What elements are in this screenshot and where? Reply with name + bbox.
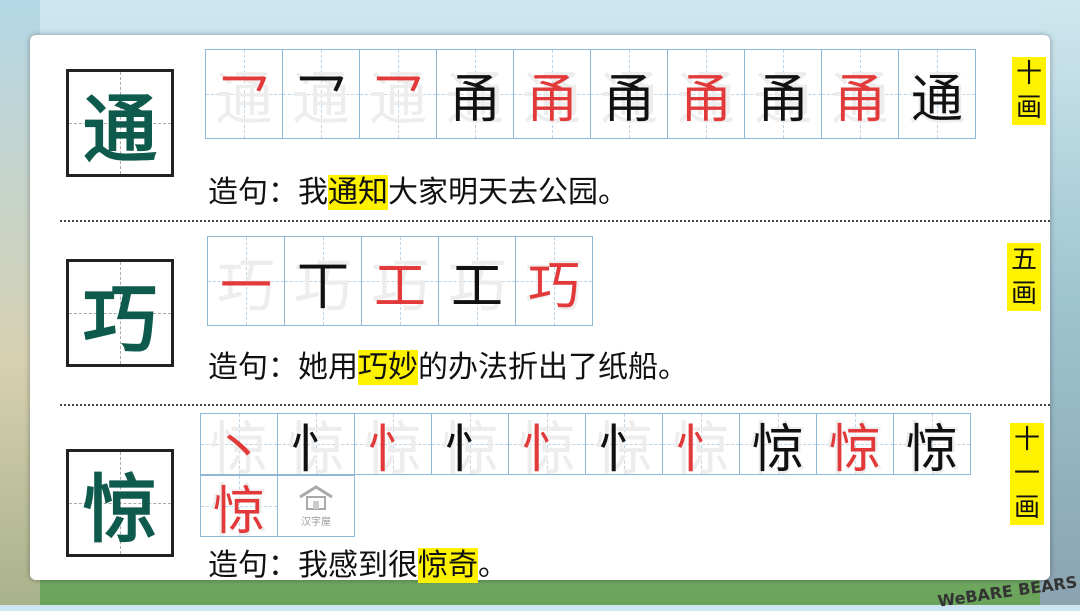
highlight-word: 通知 [328, 175, 388, 210]
stroke-step: 一 [219, 256, 272, 317]
stroke-cell: 惊惊 [200, 475, 278, 545]
stroke-grid-tong: 通乛通乛通乛通甬通甬通甬通甬通甬通甬通通 [205, 49, 976, 139]
stroke-cell: 通甬 [590, 49, 668, 139]
stroke-cell: 惊惊 [816, 413, 894, 483]
stroke-cell: 通通 [898, 49, 976, 139]
stroke-cell: 通甬 [821, 49, 899, 139]
stroke-step: 巧 [527, 256, 580, 317]
stroke-cell: 惊忄 [277, 413, 355, 483]
stroke-step: 丅 [296, 256, 349, 317]
stroke-step: 惊 [905, 419, 958, 480]
stroke-grid-jing-1: 惊丶惊忄惊忄惊忄惊忄惊忄惊忄惊惊惊惊惊惊 [200, 413, 971, 483]
stroke-step: 忄 [597, 419, 650, 480]
stroke-step: 工 [450, 256, 503, 317]
stroke-step: 惊 [751, 419, 804, 480]
stroke-step: 忄 [443, 419, 496, 480]
big-char: 巧 [83, 276, 157, 363]
stroke-count-tong: 十画 [1012, 57, 1046, 125]
stroke-cell: 通乛 [282, 49, 360, 139]
big-char: 惊 [83, 466, 157, 553]
stroke-step: 乛 [217, 69, 270, 130]
stroke-step: 惊 [828, 419, 881, 480]
sentence-jing: 造句：我感到很惊奇。 [208, 548, 508, 583]
stroke-cell: 巧一 [207, 236, 285, 326]
stroke-step: 甬 [756, 69, 809, 130]
big-char: 通 [83, 86, 157, 173]
stroke-step: 通 [910, 69, 963, 130]
divider [60, 220, 1050, 222]
big-char-box-tong: 通 [66, 69, 174, 177]
lesson-card: 通 通乛通乛通乛通甬通甬通甬通甬通甬通甬通通 造句：我通知大家明天去公园。 十画… [30, 35, 1050, 583]
stroke-step: 忄 [289, 419, 342, 480]
stroke-step: 忄 [520, 419, 573, 480]
stroke-cell: 惊惊 [739, 413, 817, 483]
stroke-cell: 通甬 [436, 49, 514, 139]
stroke-step: 惊 [212, 481, 265, 542]
stroke-cell: 通乛 [359, 49, 437, 139]
stroke-cell: 通甬 [513, 49, 591, 139]
sentence-tong: 造句：我通知大家明天去公园。 [208, 175, 628, 210]
big-char-box-jing: 惊 [66, 449, 174, 557]
sentence-qiao: 造句：她用巧妙的办法折出了纸船。 [208, 350, 688, 385]
stroke-cell: 巧巧 [515, 236, 593, 326]
house-icon [299, 484, 333, 510]
stroke-cell: 通甬 [667, 49, 745, 139]
stroke-cell: 惊忄 [585, 413, 663, 483]
stroke-count-qiao: 五画 [1007, 243, 1041, 311]
stroke-cell: 巧工 [438, 236, 516, 326]
stroke-cell: 惊惊 [893, 413, 971, 483]
stroke-cell: 惊忄 [431, 413, 509, 483]
stroke-cell: 惊忄 [662, 413, 740, 483]
stroke-grid-qiao: 巧一巧丅巧工巧工巧巧 [207, 236, 593, 326]
stroke-step: 甬 [525, 69, 578, 130]
stroke-cell: 巧工 [361, 236, 439, 326]
stroke-step: 甬 [448, 69, 501, 130]
stroke-step: 甬 [602, 69, 655, 130]
big-char-box-qiao: 巧 [66, 259, 174, 367]
highlight-word: 巧妙 [358, 350, 418, 385]
stroke-count-jing: 十一画 [1010, 423, 1044, 525]
hanziwu-logo: 汉字屋 [277, 475, 355, 537]
stroke-cell: 惊忄 [354, 413, 432, 483]
stroke-step: 忄 [366, 419, 419, 480]
stroke-step: 甬 [833, 69, 886, 130]
stroke-step: 工 [373, 256, 426, 317]
stroke-grid-jing-2: 惊惊汉字屋 [200, 475, 355, 545]
highlight-word: 惊奇 [418, 548, 478, 583]
stroke-step: 乛 [371, 69, 424, 130]
stroke-step: 乛 [294, 69, 347, 130]
stroke-step: 甬 [679, 69, 732, 130]
stroke-cell: 惊忄 [508, 413, 586, 483]
stroke-cell: 通乛 [205, 49, 283, 139]
stroke-step: 忄 [674, 419, 727, 480]
stroke-cell: 通甬 [744, 49, 822, 139]
logo-text: 汉字屋 [301, 516, 331, 528]
stroke-cell: 巧丅 [284, 236, 362, 326]
